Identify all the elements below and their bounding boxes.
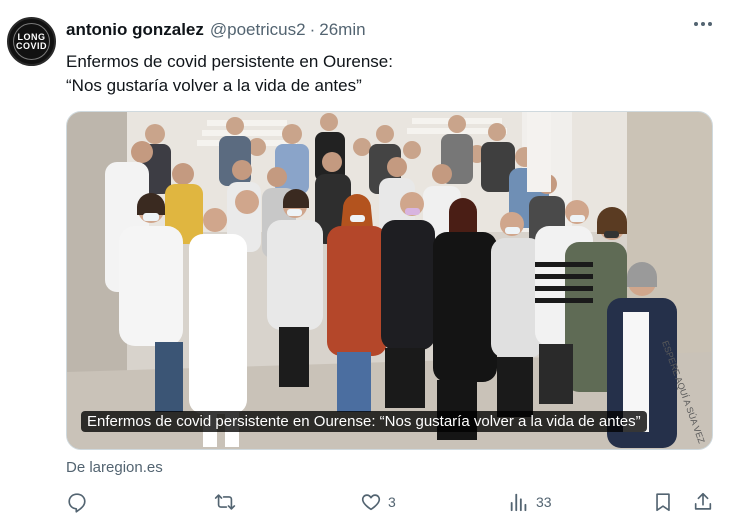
views-bar-chart-icon <box>510 493 527 512</box>
more-options-icon[interactable] <box>694 22 712 26</box>
reply-button[interactable] <box>66 491 94 513</box>
like-button[interactable]: 3 <box>360 491 396 513</box>
group-photo-image: ESPERE AQUÍ A SÚA VEZ <box>67 112 712 449</box>
tweet-actions: 3 33 <box>66 491 714 515</box>
tweet-media[interactable]: ESPERE AQUÍ A SÚA VEZ Enfermos de covid … <box>66 111 713 450</box>
link-source[interactable]: De laregion.es <box>66 459 163 476</box>
bookmark-icon <box>656 493 670 512</box>
author-name[interactable]: antonio gonzalez <box>66 20 204 40</box>
like-count: 3 <box>388 494 396 510</box>
avatar[interactable]: LONG COVID <box>7 17 56 66</box>
share-icon <box>694 492 712 510</box>
reply-icon <box>68 493 86 513</box>
retweet-button[interactable] <box>214 491 242 513</box>
tweet-header: antonio gonzalez @poetricus2 · 26min <box>66 20 366 40</box>
avatar-text-line2: COVID <box>15 40 47 51</box>
share-button[interactable] <box>692 491 714 513</box>
tweet-text: Enfermos de covid persistente en Ourense… <box>66 50 393 98</box>
tweet-text-line2: “Nos gustaría volver a la vida de antes” <box>66 76 362 95</box>
separator: · <box>309 20 316 39</box>
timestamp[interactable]: 26min <box>319 20 365 40</box>
media-caption: Enfermos de covid persistente en Ourense… <box>81 411 647 432</box>
tweet-text-line1: Enfermos de covid persistente en Ourense… <box>66 52 393 71</box>
retweet-icon <box>214 494 236 510</box>
author-handle[interactable]: @poetricus2 <box>210 20 306 40</box>
bookmark-button[interactable] <box>652 491 674 513</box>
views-button[interactable]: 33 <box>508 491 552 513</box>
views-count: 33 <box>536 494 552 510</box>
heart-icon <box>361 494 381 511</box>
